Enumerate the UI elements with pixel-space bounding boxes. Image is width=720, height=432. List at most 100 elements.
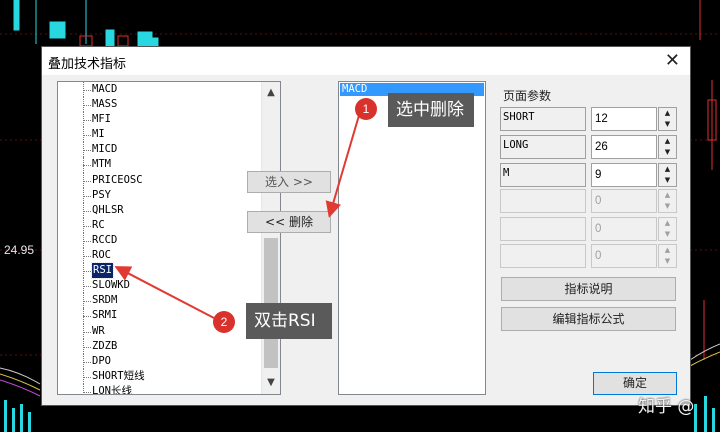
- indicator-tree[interactable]: MACD MASS MFI MI MICD MTM PRICEOSC PSY QHLSR RC RC…: [57, 81, 281, 395]
- indicator-item-label: SLOWKD: [92, 279, 130, 292]
- spin-down-icon[interactable]: ▼: [659, 147, 676, 158]
- indicator-item[interactable]: ROC: [58, 248, 262, 264]
- tree-connector: [83, 90, 91, 91]
- indicator-item[interactable]: MI: [58, 127, 262, 143]
- param-value-input[interactable]: 12: [591, 107, 657, 131]
- param-row: LONG 26 ▲ ▼: [500, 135, 678, 159]
- indicator-item[interactable]: MFI: [58, 112, 262, 128]
- indicator-item-label: ROC: [92, 249, 111, 262]
- tree-connector: [83, 271, 91, 273]
- tree-connector: [83, 301, 91, 303]
- indicator-item[interactable]: MICD: [58, 142, 262, 158]
- indicator-item[interactable]: RC: [58, 217, 262, 233]
- indicator-item-label: SRDM: [92, 294, 118, 307]
- spin-down-icon[interactable]: ▼: [659, 229, 676, 240]
- scroll-down-icon[interactable]: ▼: [262, 374, 280, 392]
- tree-connector: [83, 383, 84, 394]
- indicator-scrollbar[interactable]: ▲ ▼: [261, 82, 280, 394]
- title-bar[interactable]: 叠加技术指标 ✕: [42, 47, 690, 75]
- indicator-item-label: MTM: [92, 158, 111, 171]
- tree-connector: [83, 391, 91, 393]
- param-value-input[interactable]: 0: [591, 189, 657, 213]
- indicator-item[interactable]: SRDM: [58, 293, 262, 309]
- spin-up-icon[interactable]: ▲: [659, 108, 676, 119]
- param-name: [500, 189, 586, 213]
- indicator-item-label: MI: [92, 128, 105, 141]
- tree-connector: [83, 361, 91, 363]
- param-spinner[interactable]: ▲ ▼: [658, 189, 677, 213]
- spin-down-icon[interactable]: ▼: [659, 201, 676, 212]
- indicator-item-label: MFI: [92, 113, 111, 126]
- param-spinner[interactable]: ▲ ▼: [658, 163, 677, 187]
- indicator-item[interactable]: RCCD: [58, 232, 262, 249]
- indicator-item-label: PRICEOSC: [92, 173, 143, 186]
- indicator-item[interactable]: PSY: [58, 187, 262, 203]
- tree-connector: [83, 105, 91, 107]
- indicator-item-label: MICD: [92, 143, 118, 156]
- indicator-item[interactable]: SHORT短线: [58, 368, 262, 384]
- tree-connector: [83, 346, 91, 348]
- param-row: 0 ▲ ▼: [500, 189, 678, 213]
- indicator-item-label: RCCD: [92, 233, 118, 246]
- param-spinner[interactable]: ▲ ▼: [658, 217, 677, 241]
- tree-connector: [83, 165, 91, 167]
- param-value-input[interactable]: 0: [591, 244, 657, 268]
- param-row: 0 ▲ ▼: [500, 217, 678, 241]
- indicator-item-label: PSY: [92, 188, 111, 201]
- param-row: 0 ▲ ▼: [500, 244, 678, 268]
- indicator-item[interactable]: LON长线: [58, 383, 262, 394]
- param-name: SHORT: [500, 107, 586, 131]
- tree-connector: [83, 225, 91, 227]
- param-value-input[interactable]: 26: [591, 135, 657, 159]
- indicator-item[interactable]: ZDZB: [58, 338, 262, 354]
- spin-up-icon[interactable]: ▲: [659, 164, 676, 175]
- tree-connector: [83, 135, 91, 137]
- indicator-item-label: MASS: [92, 98, 118, 111]
- tree-connector: [83, 286, 91, 288]
- spin-up-icon[interactable]: ▲: [659, 218, 676, 229]
- param-row: SHORT 12 ▲ ▼: [500, 107, 678, 131]
- tree-connector: [83, 180, 91, 182]
- indicator-item[interactable]: SLOWKD: [58, 278, 262, 294]
- spin-up-icon[interactable]: ▲: [659, 245, 676, 256]
- spin-up-icon[interactable]: ▲: [659, 136, 676, 147]
- indicator-item[interactable]: QHLSR: [58, 202, 262, 218]
- param-value-input[interactable]: 9: [591, 163, 657, 187]
- delete-button[interactable]: << 删除: [247, 211, 331, 233]
- indicator-item-label: SRMI: [92, 309, 118, 322]
- spin-down-icon[interactable]: ▼: [659, 119, 676, 130]
- indicator-item[interactable]: MACD: [58, 82, 262, 98]
- param-spinner[interactable]: ▲ ▼: [658, 244, 677, 268]
- indicator-item[interactable]: PRICEOSC: [58, 172, 262, 188]
- tree-connector: [83, 316, 91, 318]
- indicator-item-label: MACD: [92, 83, 118, 95]
- params-title: 页面参数: [503, 89, 552, 103]
- param-spinner[interactable]: ▲ ▼: [658, 135, 677, 159]
- param-value-input[interactable]: 0: [591, 217, 657, 241]
- indicator-description-button[interactable]: 指标说明: [501, 277, 676, 301]
- scroll-up-icon[interactable]: ▲: [262, 84, 280, 102]
- tree-connector: [83, 210, 91, 212]
- close-icon[interactable]: ✕: [665, 50, 680, 71]
- dialog-title: 叠加技术指标: [48, 57, 127, 72]
- edit-formula-button[interactable]: 编辑指标公式: [501, 307, 676, 331]
- param-name: [500, 244, 586, 268]
- tree-connector: [83, 240, 91, 242]
- tree-connector: [83, 256, 91, 258]
- param-name: [500, 217, 586, 241]
- spin-down-icon[interactable]: ▼: [659, 175, 676, 186]
- price-axis-label: 24.95: [4, 243, 35, 257]
- indicator-item[interactable]: MASS: [58, 97, 262, 113]
- indicator-item[interactable]: DPO: [58, 353, 262, 369]
- watermark: 知乎 @: [638, 397, 695, 417]
- param-row: M 9 ▲ ▼: [500, 163, 678, 187]
- indicator-item-label: DPO: [92, 354, 111, 367]
- spin-up-icon[interactable]: ▲: [659, 190, 676, 201]
- indicator-item[interactable]: MTM: [58, 157, 262, 173]
- spin-down-icon[interactable]: ▼: [659, 256, 676, 267]
- selected-indicators-list[interactable]: MACD: [338, 81, 486, 395]
- param-spinner[interactable]: ▲ ▼: [658, 107, 677, 131]
- indicator-item[interactable]: RSI: [58, 262, 262, 280]
- add-button[interactable]: 选入 >>: [247, 171, 331, 193]
- indicator-item-label: SHORT短线: [92, 369, 145, 382]
